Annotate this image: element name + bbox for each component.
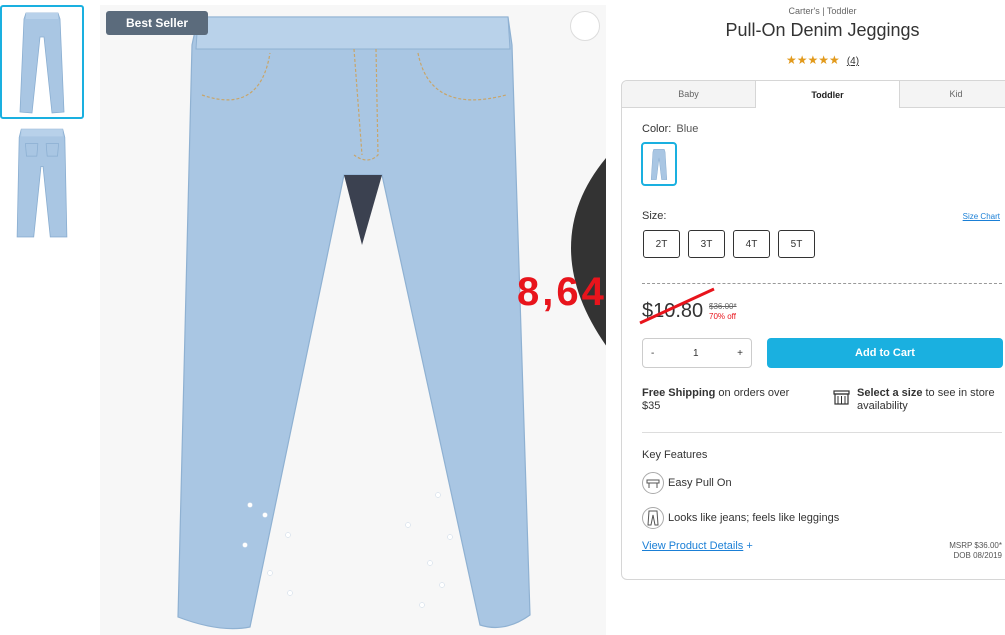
quantity-stepper: - 1 + [642, 338, 752, 368]
price-strike-annotation [639, 287, 715, 325]
size-options: 2T 3T 4T 5T [643, 230, 815, 258]
view-details-label: View Product Details [642, 540, 744, 552]
jeans-swatch-image [650, 149, 668, 180]
msrp-info: MSRP $36.00* DOB 08/2019 [949, 541, 1002, 561]
size-option-5t[interactable]: 5T [778, 230, 815, 258]
size-option-2t[interactable]: 2T [643, 230, 680, 258]
dob-line: DOB 08/2019 [953, 551, 1002, 560]
thumbnail-back[interactable] [0, 125, 84, 239]
key-features-title: Key Features [642, 449, 708, 461]
favorite-button[interactable] [570, 11, 606, 346]
jeggings-icon [642, 507, 664, 529]
quantity-increase-button[interactable]: + [737, 348, 743, 359]
free-shipping-label: Free Shipping [642, 387, 716, 399]
msrp-line: MSRP $36.00* [949, 541, 1002, 550]
feature-text: Looks like jeans; feels like leggings [668, 512, 840, 524]
color-value: Blue [676, 123, 699, 135]
age-tabs: Baby Toddler Kid [622, 81, 1005, 108]
size-chart-link[interactable]: Size Chart [963, 212, 1000, 221]
tab-kid[interactable]: Kid [900, 81, 1005, 108]
jeans-front-thumbnail-image [19, 12, 65, 114]
original-price: $36.00* [709, 302, 737, 311]
dashed-divider [642, 283, 1002, 284]
quantity-value[interactable]: 1 [693, 348, 699, 359]
product-title: Pull-On Denim Jeggings [725, 20, 920, 40]
rating-stars: ★★★★★ [785, 53, 840, 67]
jeans-front-image [177, 16, 531, 630]
shipping-info: Free Shipping on orders over $35 [642, 387, 807, 413]
plus-icon: + [746, 540, 753, 552]
feature-easy-pull-on: Easy Pull On [642, 472, 732, 494]
store-icon [833, 390, 850, 405]
pull-on-icon [642, 472, 664, 494]
quantity-decrease-button[interactable]: - [651, 348, 654, 359]
thumbnail-front[interactable] [0, 5, 84, 119]
discount-label: 70% off [709, 312, 736, 321]
feature-looks-like-jeans: Looks like jeans; feels like leggings [642, 507, 839, 529]
purchase-panel: Baby Toddler Kid Color: Blue Size: Size … [621, 80, 1005, 580]
color-label: Color: Blue [642, 123, 698, 135]
select-size-link[interactable]: Select a size [857, 387, 922, 399]
feature-text: Easy Pull On [668, 477, 732, 489]
color-label-text: Color: [642, 123, 672, 135]
size-label: Size: [642, 210, 667, 222]
size-option-3t[interactable]: 3T [688, 230, 725, 258]
overlay-price-annotation: 8,64 [517, 270, 607, 314]
view-product-details-link[interactable]: View Product Details + [642, 540, 753, 552]
color-swatch-blue[interactable] [641, 142, 677, 186]
tab-toddler[interactable]: Toddler [755, 81, 900, 108]
review-count-link[interactable]: (4) [847, 56, 859, 67]
add-to-cart-button[interactable]: Add to Cart [767, 338, 1003, 368]
product-main-image: Best Seller [100, 5, 606, 635]
section-divider [642, 432, 1002, 433]
size-option-4t[interactable]: 4T [733, 230, 770, 258]
brand-breadcrumb: Carter's | Toddler [788, 6, 857, 16]
tab-baby[interactable]: Baby [622, 81, 755, 108]
rating-row: ★★★★★ (4) [640, 53, 1005, 67]
jeans-back-thumbnail-image [16, 128, 68, 238]
heart-icon [571, 158, 606, 346]
best-seller-badge: Best Seller [106, 11, 209, 35]
store-availability: Select a size to see in store availabili… [857, 387, 1005, 413]
